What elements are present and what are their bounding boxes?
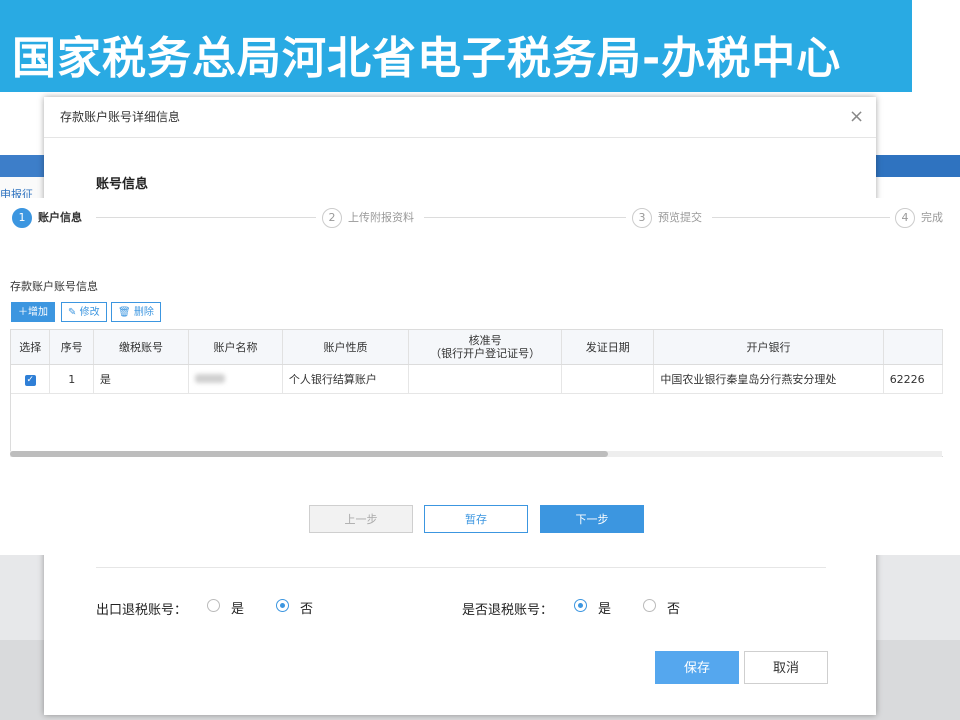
cell-issue-date <box>561 364 655 394</box>
row-select-cell[interactable]: ✓ <box>11 364 51 394</box>
cell-account-type: 个人银行结算账户 <box>282 364 410 394</box>
account-info-panel: 1 账户信息 2 上传附报资料 3 预览提交 4 完成 存款账户账号信息 ＋增加 ✎ 修… <box>0 198 944 555</box>
add-button-label: 增加 <box>28 307 48 318</box>
step-number: 3 <box>632 208 652 228</box>
column-header: 缴税账号 <box>93 330 190 365</box>
modal-header: 存款账户账号详细信息 × <box>44 97 876 138</box>
title-banner: 国家税务总局河北省电子税务局-办税中心 <box>0 0 912 92</box>
pencil-icon: ✎ <box>68 307 77 318</box>
close-icon[interactable]: × <box>849 106 864 127</box>
step-complete[interactable]: 4 完成 <box>895 208 943 228</box>
cell-account-name <box>188 364 283 394</box>
checkbox[interactable]: ✓ <box>24 375 36 386</box>
step-connector <box>424 217 626 218</box>
step-label: 预览提交 <box>658 211 702 224</box>
step-label: 账户信息 <box>38 211 82 224</box>
banner-title: 国家税务总局河北省电子税务局-办税中心 <box>12 33 842 84</box>
export-refund-no-radio[interactable] <box>276 599 289 612</box>
table-row[interactable]: ✓ 1 是 个人银行结算账户 中国农业银行秦皇岛分行燕安分理处 62226 <box>11 364 943 394</box>
section-title: 账号信息 <box>96 177 149 192</box>
step-preview-submit[interactable]: 3 预览提交 <box>632 208 702 228</box>
delete-button[interactable]: 🗑 删除 <box>111 302 161 322</box>
cell-tax-account: 是 <box>93 364 190 394</box>
cell-bank: 中国农业银行秦皇岛分行燕安分理处 <box>653 364 884 394</box>
column-header-line: （银行开户登记证号） <box>430 347 541 360</box>
edit-button-label: 修改 <box>79 307 100 318</box>
trash-icon: 🗑 <box>118 307 131 318</box>
form-divider <box>96 567 826 568</box>
account-table: 选择 序号 缴税账号 账户名称 账户性质 核准号 （银行开户登记证号） 发证日期 … <box>10 329 943 457</box>
delete-button-label: 删除 <box>133 307 154 318</box>
refund-no-radio[interactable] <box>643 599 656 612</box>
step-number: 4 <box>895 208 915 228</box>
step-progress: 1 账户信息 2 上传附报资料 3 预览提交 4 完成 <box>0 198 944 238</box>
column-header: 账户名称 <box>188 330 283 365</box>
refund-no-label: 否 <box>667 602 681 617</box>
export-refund-label: 出口退税账号： <box>96 603 188 618</box>
step-label: 上传附报资料 <box>348 211 414 224</box>
horizontal-scrollbar-thumb[interactable] <box>10 451 608 457</box>
table-header-row: 选择 序号 缴税账号 账户名称 账户性质 核准号 （银行开户登记证号） 发证日期 … <box>11 330 943 365</box>
step-number: 2 <box>322 208 342 228</box>
column-header-empty <box>883 330 943 365</box>
redacted-name <box>195 373 226 383</box>
export-refund-no-label: 否 <box>300 602 314 617</box>
refund-yes-label: 是 <box>598 602 612 617</box>
cancel-button[interactable]: 取消 <box>744 651 828 684</box>
save-draft-button[interactable]: 暂存 <box>424 505 528 533</box>
column-header: 序号 <box>49 330 94 365</box>
column-header: 开户银行 <box>653 330 884 365</box>
next-step-button[interactable]: 下一步 <box>540 505 644 533</box>
save-button[interactable]: 保存 <box>655 651 739 684</box>
plus-icon: ＋ <box>18 307 28 318</box>
column-header: 核准号 （银行开户登记证号） <box>408 330 563 365</box>
column-header: 选择 <box>11 330 51 365</box>
edit-button[interactable]: ✎ 修改 <box>61 302 107 322</box>
refund-yes-radio[interactable] <box>574 599 587 612</box>
step-label: 完成 <box>921 211 943 224</box>
step-account-info[interactable]: 1 账户信息 <box>12 208 82 228</box>
column-header: 发证日期 <box>561 330 655 365</box>
modal-title: 存款账户账号详细信息 <box>60 110 181 124</box>
column-header-line: 核准号 <box>468 334 502 347</box>
column-header: 账户性质 <box>282 330 410 365</box>
prev-step-button[interactable]: 上一步 <box>309 505 413 533</box>
export-refund-yes-radio[interactable] <box>207 599 220 612</box>
step-number: 1 <box>12 208 32 228</box>
step-connector <box>712 217 890 218</box>
background-nav-bar-right <box>876 155 960 177</box>
export-refund-yes-label: 是 <box>231 602 245 617</box>
cell-approval-no <box>408 364 563 394</box>
refund-account-label: 是否退税账号： <box>462 603 554 618</box>
step-upload-attachments[interactable]: 2 上传附报资料 <box>322 208 414 228</box>
table-caption: 存款账户账号信息 <box>10 280 98 293</box>
cell-account-no: 62226 <box>883 364 943 394</box>
step-connector <box>96 217 316 218</box>
cell-seq: 1 <box>49 364 94 394</box>
add-button[interactable]: ＋增加 <box>11 302 55 322</box>
